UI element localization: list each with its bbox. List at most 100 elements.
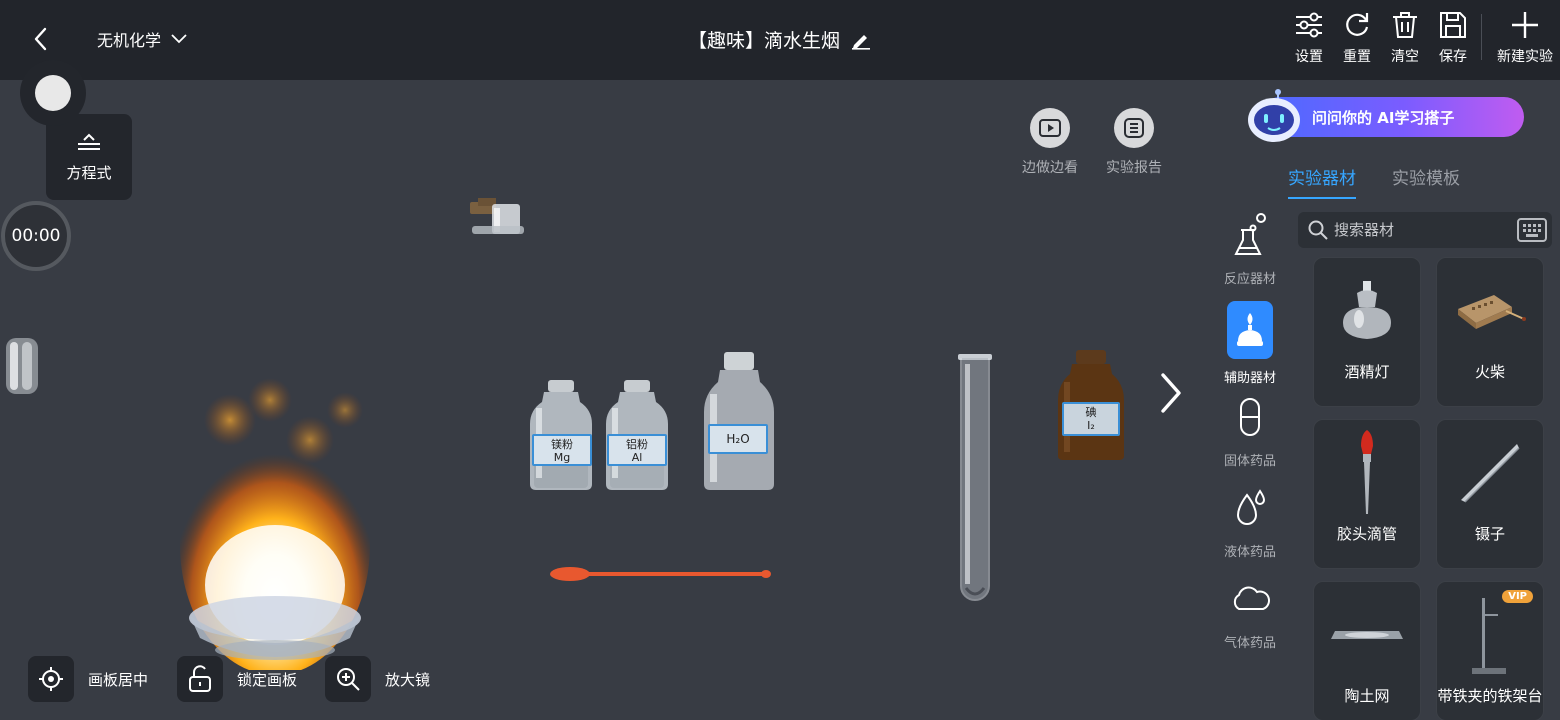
category-label: 固体药品: [1223, 454, 1276, 469]
report-icon: [1124, 118, 1144, 138]
test-tube[interactable]: [956, 354, 994, 608]
equipment-label: 胶头滴管: [1336, 525, 1397, 543]
top-bar: 无机化学 【趣味】滴水生烟 设置 重置 清空 保存 新建实验: [0, 0, 1560, 80]
equipment-label: 镊子: [1474, 525, 1505, 543]
equipment-label: 火柴: [1474, 363, 1505, 381]
matchbox-icon: [1458, 294, 1526, 329]
clear-button[interactable]: 清空: [1381, 10, 1429, 74]
chevron-down-icon: [171, 34, 187, 44]
ai-robot-icon: [1248, 89, 1300, 142]
reset-label: 重置: [1343, 49, 1371, 65]
equation-label: 方程式: [66, 163, 112, 182]
edit-pencil-icon[interactable]: [850, 30, 872, 50]
drawer-toggle-button[interactable]: [20, 60, 86, 126]
category-label: 反应器材: [1223, 272, 1276, 287]
bottle-label-iodine: 碘 I₂: [1062, 402, 1120, 436]
category-label: 辅助器材: [1223, 371, 1276, 386]
medicine-spoon[interactable]: [548, 562, 774, 586]
category-list: 反应器材 辅助器材 固体药品 液体药品 气体药品: [1212, 210, 1288, 665]
category-label: 液体药品: [1223, 545, 1276, 560]
lock-canvas-button[interactable]: 锁定画板: [177, 656, 297, 702]
droplet-icon: [1236, 489, 1266, 525]
category-auxiliary-equipment[interactable]: 辅助器材: [1212, 301, 1288, 392]
dropper-icon: [1361, 429, 1373, 514]
chevron-left-icon: [34, 27, 47, 51]
search-icon: [1308, 220, 1328, 240]
search-input[interactable]: [1334, 221, 1514, 239]
bottle-label-water: H₂O: [708, 424, 768, 454]
tweezers-icon: [1461, 443, 1520, 503]
vip-badge: VIP: [1502, 590, 1533, 603]
category-label: 无机化学: [97, 31, 162, 50]
tab-equipment[interactable]: 实验器材: [1288, 164, 1356, 199]
category-reaction-equipment[interactable]: 反应器材: [1212, 210, 1288, 301]
magnifier-label: 放大镜: [385, 670, 431, 689]
capsule-icon: [1240, 398, 1260, 436]
equipment-label: 酒精灯: [1344, 363, 1390, 381]
bottle-label-mg: 镁粉 Mg: [532, 434, 592, 466]
timer[interactable]: 00:00: [1, 201, 71, 271]
experiment-title-text: 【趣味】滴水生烟: [687, 30, 840, 52]
equipment-card-dropper[interactable]: 胶头滴管: [1313, 419, 1421, 569]
chevron-right-icon: [1161, 373, 1181, 413]
keyboard-icon[interactable]: [1516, 216, 1548, 244]
category-solid-reagents[interactable]: 固体药品: [1212, 392, 1288, 483]
alcohol-lamp-icon: [1343, 280, 1391, 339]
experiment-report-button[interactable]: 实验报告: [1106, 108, 1162, 177]
equipment-card-alcohol-lamp[interactable]: 酒精灯: [1313, 257, 1421, 407]
new-experiment-label: 新建实验: [1497, 49, 1553, 65]
ceramic-mesh-icon: [1331, 630, 1403, 639]
category-liquid-reagents[interactable]: 液体药品: [1212, 483, 1288, 574]
lock-canvas-label: 锁定画板: [237, 670, 298, 689]
equipment-card-matches[interactable]: 火柴: [1436, 257, 1544, 407]
panel-tabs: 实验器材 实验模板: [1288, 164, 1460, 199]
glass-cylinder-apparatus[interactable]: [0, 332, 44, 398]
toolbar: 设置 重置 清空 保存 新建实验: [1285, 10, 1560, 74]
experiment-title[interactable]: 【趣味】滴水生烟: [688, 26, 872, 53]
bottle-label-al: 铝粉 Al: [607, 434, 667, 466]
flask-icon: [1234, 213, 1266, 255]
category-label: 气体药品: [1223, 636, 1276, 651]
watch-while-doing-button[interactable]: 边做边看: [1022, 108, 1078, 177]
settings-button[interactable]: 设置: [1285, 10, 1333, 74]
crosshair-icon: [39, 667, 63, 691]
save-label: 保存: [1439, 49, 1467, 65]
equipment-card-ceramic-mesh[interactable]: 陶土网: [1313, 581, 1421, 720]
zoom-in-icon: [337, 668, 360, 691]
back-button[interactable]: [24, 22, 58, 56]
sliders-icon: [1296, 12, 1322, 38]
timer-text: 00:00: [11, 226, 61, 246]
play-video-icon: [1039, 119, 1061, 137]
burning-dish-apparatus[interactable]: [170, 370, 380, 670]
equipment-card-iron-stand[interactable]: VIP 带铁夹的铁架台: [1436, 581, 1544, 720]
refresh-icon: [1346, 13, 1369, 36]
center-canvas-button[interactable]: 画板居中: [28, 656, 148, 702]
ai-assistant-banner[interactable]: 问问你的 AI学习搭子: [1234, 88, 1524, 146]
cloud-icon: [1233, 586, 1270, 610]
category-gas-reagents[interactable]: 气体药品: [1212, 574, 1288, 665]
trash-icon: [1393, 12, 1417, 38]
equipment-label: 带铁夹的铁架台: [1437, 687, 1543, 705]
save-button[interactable]: 保存: [1429, 10, 1477, 74]
small-beaker-apparatus[interactable]: [466, 196, 528, 240]
equipment-label: 陶土网: [1344, 687, 1390, 705]
category-dropdown[interactable]: 无机化学: [97, 27, 187, 51]
ai-banner-text: 问问你的 AI学习搭子: [1312, 109, 1455, 127]
equipment-search: [1298, 212, 1552, 248]
expand-panel-button[interactable]: [1150, 370, 1190, 416]
burner-icon: [1237, 313, 1263, 346]
new-experiment-button[interactable]: 新建实验: [1490, 10, 1560, 74]
toggle-knob: [35, 75, 71, 111]
equipment-card-tweezers[interactable]: 镊子: [1436, 419, 1544, 569]
center-canvas-label: 画板居中: [88, 670, 149, 689]
plus-icon: [1512, 12, 1538, 38]
save-icon: [1440, 12, 1466, 38]
magnifier-button[interactable]: 放大镜: [325, 656, 430, 702]
iron-stand-icon: [1472, 597, 1506, 674]
equation-button[interactable]: 方程式: [46, 114, 132, 200]
reset-button[interactable]: 重置: [1333, 10, 1381, 74]
tab-templates[interactable]: 实验模板: [1392, 164, 1460, 199]
unlock-icon: [189, 665, 211, 692]
water-bottle[interactable]: [702, 350, 776, 492]
clear-label: 清空: [1391, 49, 1419, 65]
